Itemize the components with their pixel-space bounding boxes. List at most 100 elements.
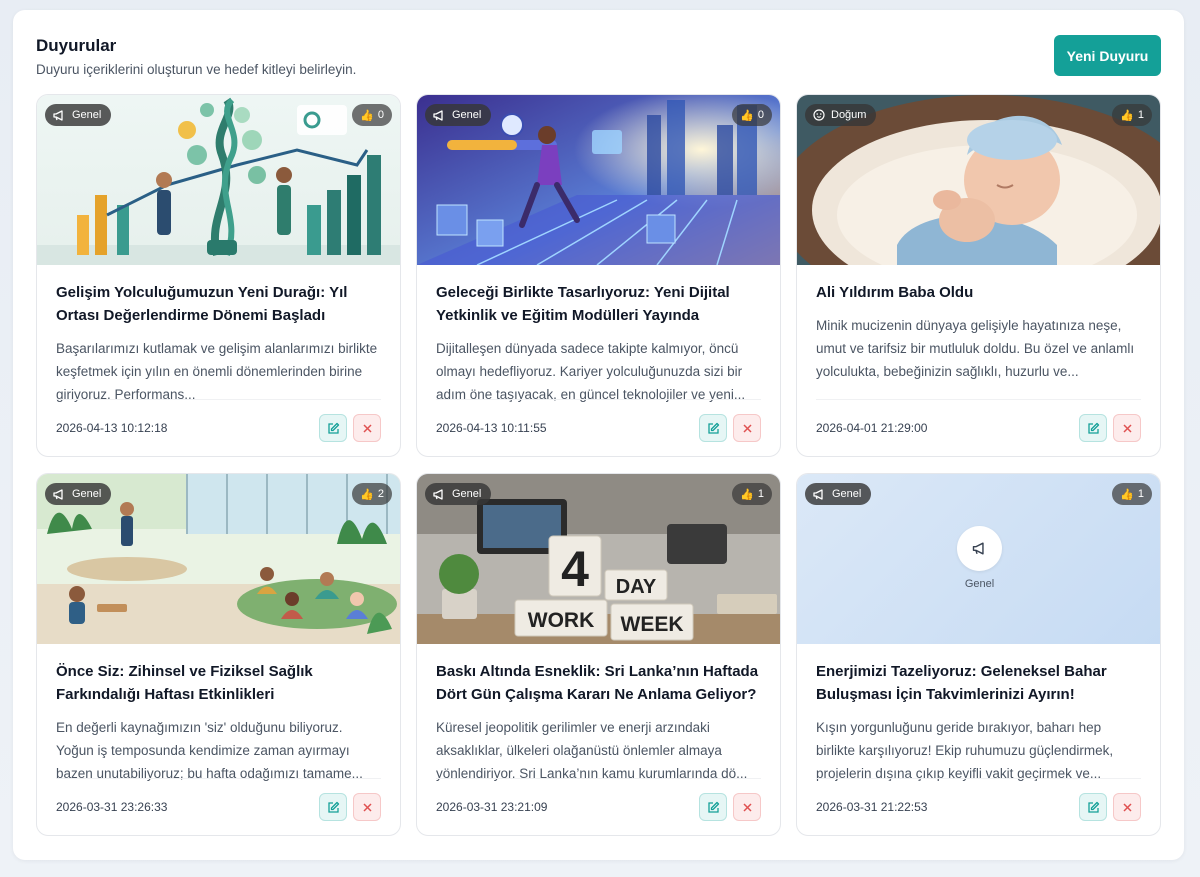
category-badge: Genel xyxy=(425,104,492,126)
announcement-card[interactable]: Genel 👍 2 Önce Siz: Zihinsel ve Fiziksel… xyxy=(36,473,401,836)
card-date: 2026-03-31 23:21:09 xyxy=(436,800,548,814)
megaphone-icon xyxy=(972,542,984,555)
edit-button[interactable] xyxy=(699,793,727,821)
card-description: Minik mucizenin dünyaya gelişiyle hayatı… xyxy=(816,318,1135,379)
edit-button[interactable] xyxy=(1079,414,1107,442)
new-announcement-button[interactable]: Yeni Duyuru xyxy=(1054,35,1161,76)
megaphone-icon xyxy=(433,109,443,121)
like-count: 1 xyxy=(1137,109,1144,121)
close-icon xyxy=(1122,423,1132,433)
category-label: Doğum xyxy=(831,109,867,121)
edit-icon xyxy=(327,422,339,434)
card-title[interactable]: Gelişim Yolculuğumuzun Yeni Durağı: Yıl … xyxy=(56,281,383,327)
card-description: Kışın yorgunluğunu geride bırakıyor, bah… xyxy=(816,720,1114,781)
close-icon xyxy=(1122,802,1132,812)
category-label: Genel xyxy=(72,488,102,500)
like-count: 1 xyxy=(1137,488,1144,500)
like-counter[interactable]: 👍 1 xyxy=(732,483,772,505)
category-badge: Doğum xyxy=(805,104,877,126)
category-badge: Genel xyxy=(45,104,112,126)
like-count: 2 xyxy=(377,488,384,500)
like-counter[interactable]: 👍 0 xyxy=(732,104,772,126)
edit-icon xyxy=(1087,422,1099,434)
card-description: Dijitalleşen dünyada sadece takipte kalm… xyxy=(436,341,746,402)
category-label: Genel xyxy=(832,488,862,500)
card-footer: 2026-04-13 10:11:55 xyxy=(436,399,761,456)
edit-button[interactable] xyxy=(699,414,727,442)
page-subtitle: Duyuru içeriklerini oluşturun ve hedef k… xyxy=(36,62,357,77)
page-title: Duyurular xyxy=(36,36,117,55)
megaphone-icon xyxy=(433,488,443,500)
delete-button[interactable] xyxy=(353,793,381,821)
card-date: 2026-04-13 10:12:18 xyxy=(56,421,168,435)
thumbs-up-icon: 👍 xyxy=(740,109,754,122)
edit-button[interactable] xyxy=(319,793,347,821)
card-description: En değerli kaynağımızın 'siz' olduğunu b… xyxy=(56,720,363,781)
category-badge: Genel xyxy=(45,483,112,505)
edit-button[interactable] xyxy=(319,414,347,442)
card-footer: 2026-04-13 10:12:18 xyxy=(56,399,381,456)
card-footer: 2026-03-31 23:26:33 xyxy=(56,778,381,835)
card-date: 2026-03-31 21:22:53 xyxy=(816,800,928,814)
card-description: Başarılarımızı kutlamak ve gelişim alanl… xyxy=(56,341,378,402)
announcement-card[interactable]: Genel 👍 0 Gelişim Yolculuğumuzun Yeni Du… xyxy=(36,94,401,457)
thumbs-up-icon: 👍 xyxy=(360,109,374,122)
card-description: Küresel jeopolitik gerilimler ve enerji … xyxy=(436,720,748,781)
delete-button[interactable] xyxy=(1113,793,1141,821)
megaphone-icon xyxy=(53,488,63,500)
card-footer: 2026-03-31 23:21:09 xyxy=(436,778,761,835)
card-date: 2026-04-13 10:11:55 xyxy=(436,421,547,435)
edit-icon xyxy=(1087,801,1099,813)
like-counter[interactable]: 👍 1 xyxy=(1112,104,1152,126)
announcement-card[interactable]: Genel 👍 0 Geleceği Birlikte Tasarlıyoruz… xyxy=(416,94,781,457)
card-date: 2026-04-01 21:29:00 xyxy=(816,421,928,435)
category-badge: Genel xyxy=(805,483,872,505)
category-badge: Genel xyxy=(425,483,492,505)
announcement-card[interactable]: Genel Genel 👍 1 Enerjimizi Tazeliyoruz: … xyxy=(796,473,1161,836)
card-footer: 2026-03-31 21:22:53 xyxy=(816,778,1141,835)
like-counter[interactable]: 👍 2 xyxy=(352,483,392,505)
placeholder-icon-circle xyxy=(957,526,1002,571)
announcement-card[interactable]: 4 DAY WORK WEEK Genel 👍 1 Baskı Altında … xyxy=(416,473,781,836)
delete-button[interactable] xyxy=(1113,414,1141,442)
like-count: 0 xyxy=(757,109,764,121)
thumbs-up-icon: 👍 xyxy=(1120,109,1134,122)
thumbs-up-icon: 👍 xyxy=(360,488,374,501)
image-text-week: WEEK xyxy=(621,613,684,636)
edit-icon xyxy=(327,801,339,813)
thumbs-up-icon: 👍 xyxy=(740,488,754,501)
edit-icon xyxy=(707,801,719,813)
close-icon xyxy=(742,802,752,812)
card-title[interactable]: Enerjimizi Tazeliyoruz: Geleneksel Bahar… xyxy=(816,660,1143,706)
thumbs-up-icon: 👍 xyxy=(1120,488,1134,501)
category-label: Genel xyxy=(452,488,482,500)
megaphone-icon xyxy=(53,109,63,121)
category-label: Genel xyxy=(72,109,102,121)
edit-icon xyxy=(707,422,719,434)
image-text-work: WORK xyxy=(528,609,595,632)
edit-button[interactable] xyxy=(1079,793,1107,821)
card-title[interactable]: Geleceği Birlikte Tasarlıyoruz: Yeni Dij… xyxy=(436,281,763,327)
category-label: Genel xyxy=(452,109,482,121)
close-icon xyxy=(742,423,752,433)
page-header: Duyurular Duyuru içeriklerini oluşturun … xyxy=(36,36,356,77)
card-footer: 2026-04-01 21:29:00 xyxy=(816,399,1141,456)
close-icon xyxy=(362,802,372,812)
baby-face-icon xyxy=(813,109,825,121)
delete-button[interactable] xyxy=(733,793,761,821)
card-title[interactable]: Ali Yıldırım Baba Oldu xyxy=(816,281,1143,304)
card-title[interactable]: Baskı Altında Esneklik: Sri Lanka’nın Ha… xyxy=(436,660,763,706)
announcement-card[interactable]: Doğum 👍 1 Ali Yıldırım Baba Oldu Minik m… xyxy=(796,94,1161,457)
like-counter[interactable]: 👍 1 xyxy=(1112,483,1152,505)
like-count: 1 xyxy=(757,488,764,500)
like-count: 0 xyxy=(377,109,384,121)
image-text-number: 4 xyxy=(561,541,589,597)
delete-button[interactable] xyxy=(353,414,381,442)
placeholder-label: Genel xyxy=(964,578,995,590)
delete-button[interactable] xyxy=(733,414,761,442)
like-counter[interactable]: 👍 0 xyxy=(352,104,392,126)
card-date: 2026-03-31 23:26:33 xyxy=(56,800,168,814)
announcements-panel: Duyurular Duyuru içeriklerini oluşturun … xyxy=(13,10,1184,860)
card-title[interactable]: Önce Siz: Zihinsel ve Fiziksel Sağlık Fa… xyxy=(56,660,383,706)
image-text-day: DAY xyxy=(616,576,657,598)
